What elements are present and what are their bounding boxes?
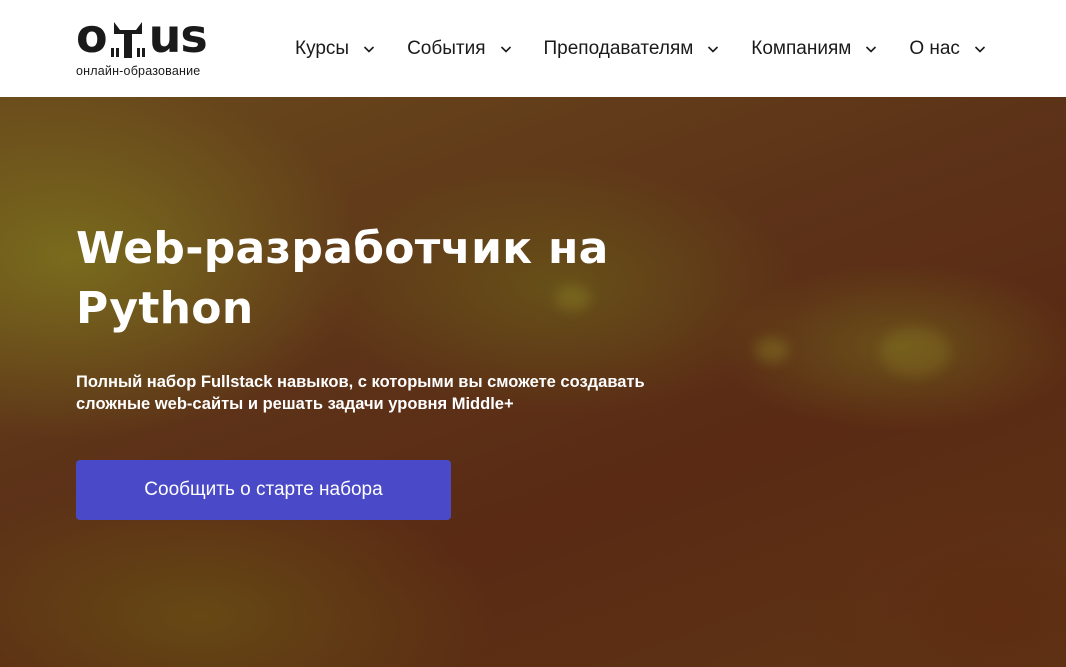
site-header: o us онлайн-образование Курсы События Пр…	[0, 0, 1066, 97]
chevron-down-icon	[500, 45, 511, 53]
chevron-down-icon	[708, 45, 719, 53]
nav-item-about[interactable]: О нас	[909, 38, 986, 60]
nav-item-label: О нас	[909, 37, 960, 59]
nav-item-label: События	[407, 37, 486, 59]
nav-item-label: Курсы	[295, 37, 350, 59]
chevron-down-icon	[974, 45, 986, 53]
hero-glow	[880, 327, 950, 377]
nav-item-teachers[interactable]: Преподавателям	[544, 38, 720, 60]
nav-item-courses[interactable]: Курсы	[295, 38, 375, 60]
nav-item-companies[interactable]: Компаниям	[751, 38, 877, 60]
otus-logo[interactable]: o us онлайн-образование	[76, 9, 236, 80]
nav-item-label: Преподавателям	[543, 37, 694, 59]
owl-logo-icon	[110, 22, 145, 58]
logo-mark: o us	[76, 9, 236, 63]
main-nav: Курсы События Преподавателям Компаниям О…	[295, 0, 986, 97]
logo-subtitle: онлайн-образование	[76, 64, 201, 78]
nav-item-label: Компаниям	[751, 37, 852, 59]
chevron-down-icon	[364, 45, 375, 53]
logo-letter-o: o	[76, 9, 108, 63]
hero-section: Web-разработчик на Python Полный набор F…	[0, 97, 1066, 667]
notify-start-button[interactable]: Сообщить о старте набора	[76, 460, 451, 520]
logo-letters-us: us	[148, 9, 208, 63]
nav-item-events[interactable]: События	[407, 38, 511, 60]
hero-title: Web-разработчик на Python	[76, 223, 609, 334]
hero-glow	[755, 337, 789, 363]
chevron-down-icon	[866, 45, 877, 53]
hero-subtitle: Полный набор Fullstack навыков, с которы…	[76, 373, 645, 413]
